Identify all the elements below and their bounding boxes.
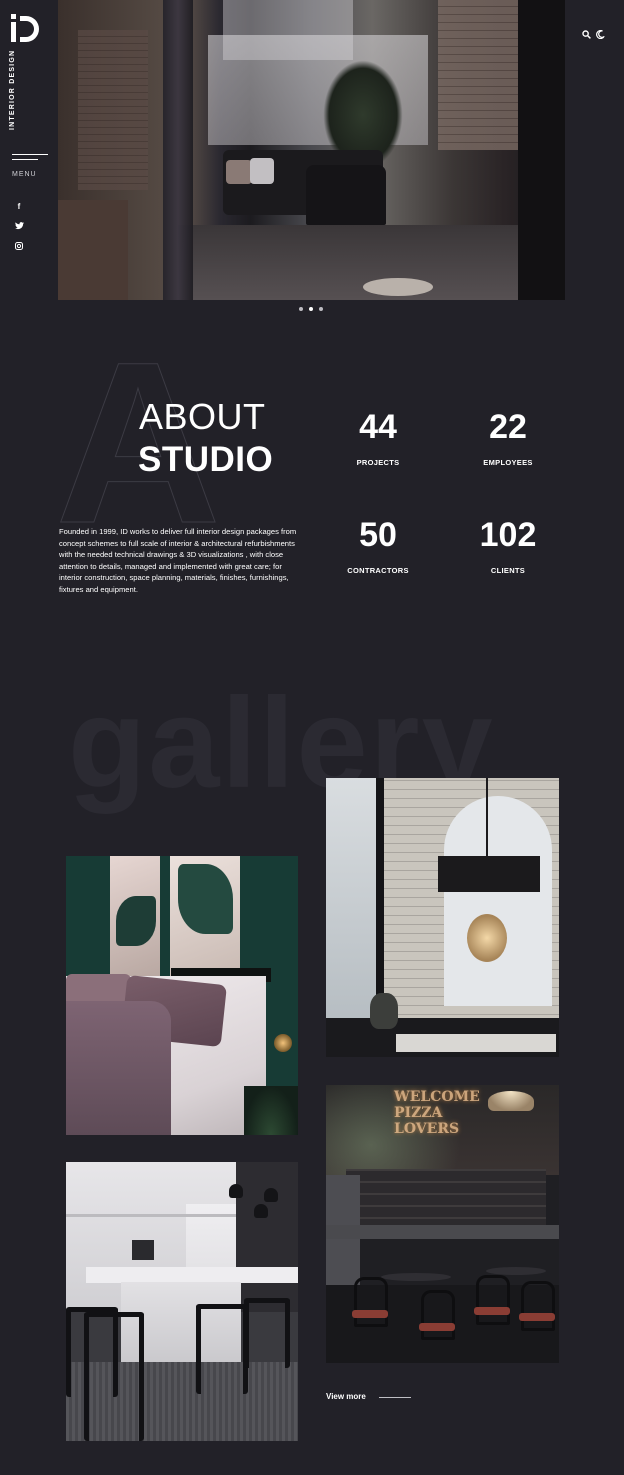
about-title-light: ABOUT: [139, 396, 266, 437]
slider-dots: [297, 307, 329, 313]
slider-dot[interactable]: [299, 307, 303, 311]
stat-clients: 102 CLIENTS: [448, 518, 568, 575]
stat-label: CONTRACTORS: [347, 566, 409, 575]
gallery-photo-window-lamp[interactable]: [326, 778, 559, 1057]
sidebar: INTERIOR DESIGN MENU f: [0, 0, 58, 300]
gallery-photo-kitchen[interactable]: [66, 1162, 298, 1441]
stat-value: 44: [359, 408, 397, 446]
stat-label: CLIENTS: [490, 566, 526, 575]
stat-projects: 44 PROJECTS: [318, 410, 438, 467]
stat-label: EMPLOYEES: [483, 458, 533, 467]
bar-neon-sign: WELCOME PIZZA LOVERS: [394, 1089, 480, 1137]
stat-contractors: 50 CONTRACTORS: [318, 518, 438, 575]
stat-value: 22: [489, 408, 527, 446]
hero-image[interactable]: [58, 0, 565, 300]
top-icons: [580, 29, 610, 43]
slider-dot[interactable]: [319, 307, 323, 311]
stat-value: 102: [479, 516, 537, 554]
stat-value: 50: [359, 516, 397, 554]
gallery-photo-bedroom[interactable]: [66, 856, 298, 1135]
twitter-icon[interactable]: [14, 222, 24, 232]
view-more-link[interactable]: View more: [326, 1391, 416, 1403]
view-more-line: [379, 1397, 411, 1398]
about-description: Founded in 1999, ID works to deliver ful…: [59, 527, 297, 594]
moon-icon[interactable]: [596, 29, 605, 43]
instagram-icon[interactable]: [14, 242, 24, 252]
search-icon[interactable]: [582, 30, 591, 43]
gallery-photo-bar[interactable]: WELCOME PIZZA LOVERS: [326, 1085, 559, 1363]
stat-label: PROJECTS: [356, 458, 400, 467]
facebook-icon[interactable]: f: [14, 202, 24, 212]
logo-icon[interactable]: [11, 14, 41, 42]
menu-label[interactable]: MENU: [12, 171, 37, 178]
slider-dot-active[interactable]: [309, 307, 313, 311]
menu-hamburger-icon[interactable]: [12, 154, 48, 162]
about-title-bold: STUDIO: [138, 440, 274, 479]
view-more-label[interactable]: View more: [326, 1391, 366, 1403]
stat-employees: 22 EMPLOYEES: [448, 410, 568, 467]
page: INTERIOR DESIGN MENU f A ABOUT STUDIO Fo…: [0, 0, 624, 1475]
brand-vertical-title: INTERIOR DESIGN: [9, 49, 16, 130]
